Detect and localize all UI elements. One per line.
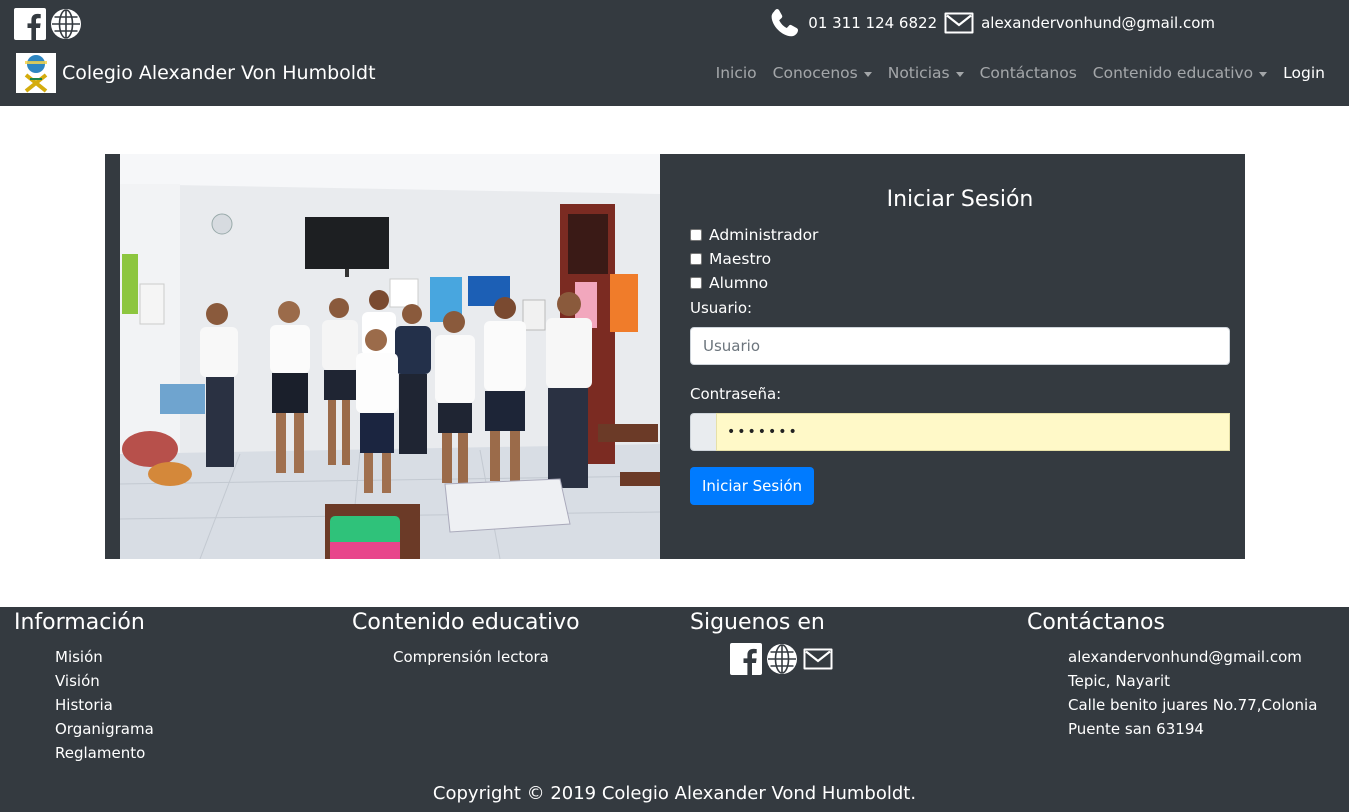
footer-social-title: Siguenos en xyxy=(690,610,825,635)
nav-login[interactable]: Login xyxy=(1283,64,1325,82)
footer-contact-address: Calle benito juares No.77,Colonia xyxy=(1068,696,1318,714)
footer-contact-email[interactable]: alexandervonhund@gmail.com xyxy=(1068,645,1317,669)
password-group: ••••••• xyxy=(690,413,1230,451)
nav-inicio[interactable]: Inicio xyxy=(716,64,757,82)
phone-icon xyxy=(768,6,802,40)
role-alumno-label: Alumno xyxy=(709,274,769,292)
facebook-icon[interactable] xyxy=(730,643,762,675)
footer-edu-list: Comprensión lectora xyxy=(352,645,580,669)
checkbox-maestro[interactable] xyxy=(690,253,702,265)
header-email[interactable]: alexandervonhund@gmail.com xyxy=(981,14,1215,32)
footer-contact-list: alexandervonhund@gmail.com Tepic, Nayari… xyxy=(1027,645,1317,741)
role-administrador-label: Administrador xyxy=(709,226,819,244)
password-value: ••••••• xyxy=(727,424,799,440)
footer-edu: Contenido educativo Comprensión lectora xyxy=(352,607,580,669)
footer-info-title: Información xyxy=(14,610,145,635)
checkbox-alumno[interactable] xyxy=(690,277,702,289)
nav-login-label: Login xyxy=(1283,64,1325,82)
user-placeholder: Usuario xyxy=(703,337,761,355)
mail-icon[interactable] xyxy=(802,643,834,675)
login-submit-button[interactable]: Iniciar Sesión xyxy=(690,467,815,505)
caret-down-icon xyxy=(955,71,964,77)
footer-contact: Contáctanos alexandervonhund@gmail.com T… xyxy=(1027,607,1317,741)
footer-contact-address-2: Puente san 63194 xyxy=(1068,720,1204,738)
caret-down-icon xyxy=(1259,71,1268,77)
password-label: Contraseña: xyxy=(690,385,782,403)
copyright: Copyright © 2019 Colegio Alexander Vond … xyxy=(432,783,917,804)
nav-contactanos[interactable]: Contáctanos xyxy=(980,64,1077,82)
footer-edu-title: Contenido educativo xyxy=(352,610,580,635)
nav-noticias[interactable]: Noticias xyxy=(888,64,964,82)
header-phone: 01 311 124 6822 xyxy=(808,14,938,32)
nav-conocenos-label: Conocenos xyxy=(772,64,858,82)
user-label: Usuario: xyxy=(690,299,753,317)
password-input[interactable]: ••••••• xyxy=(716,413,1230,451)
facebook-icon[interactable] xyxy=(14,8,46,40)
main-nav: Inicio Conocenos Noticias Contáctanos Co… xyxy=(716,64,1325,82)
footer: Información Misión Visión Historia Organ… xyxy=(0,607,1349,812)
mail-icon xyxy=(943,7,975,39)
footer-contact-city: Tepic, Nayarit xyxy=(1068,672,1171,690)
role-maestro-label: Maestro xyxy=(709,250,772,268)
globe-icon[interactable] xyxy=(50,8,82,40)
nav-contenido-label: Contenido educativo xyxy=(1092,64,1254,82)
nav-inicio-label: Inicio xyxy=(715,64,757,82)
caret-down-icon xyxy=(863,71,872,77)
footer-link-vision[interactable]: Visión xyxy=(55,669,154,693)
footer-social-links xyxy=(690,643,834,675)
globe-icon[interactable] xyxy=(766,643,798,675)
header-contact: 01 311 124 6822 alexandervonhund@gmail.c… xyxy=(768,6,1215,40)
header-social-links xyxy=(14,8,82,40)
footer-social: Siguenos en xyxy=(690,607,834,675)
nav-noticias-label: Noticias xyxy=(887,64,950,82)
role-maestro[interactable]: Maestro xyxy=(690,250,771,268)
footer-info-list: Misión Visión Historia Organigrama Regla… xyxy=(14,645,154,765)
password-addon xyxy=(690,413,716,451)
login-card: Iniciar Sesión Administrador Maestro Alu… xyxy=(105,154,1245,559)
footer-link-mision[interactable]: Misión xyxy=(55,645,154,669)
user-input[interactable]: Usuario xyxy=(690,327,1230,365)
nav-contenido-educativo[interactable]: Contenido educativo xyxy=(1092,64,1268,82)
footer-link-comprension[interactable]: Comprensión lectora xyxy=(393,645,580,669)
nav-conocenos[interactable]: Conocenos xyxy=(773,64,872,82)
login-form: Iniciar Sesión Administrador Maestro Alu… xyxy=(690,154,1230,559)
role-administrador[interactable]: Administrador xyxy=(690,226,818,244)
footer-link-reglamento[interactable]: Reglamento xyxy=(55,741,154,765)
login-title: Iniciar Sesión xyxy=(886,187,1034,212)
top-navbar: 01 311 124 6822 alexandervonhund@gmail.c… xyxy=(0,0,1349,106)
nav-contactanos-label: Contáctanos xyxy=(979,64,1077,82)
footer-link-organigrama[interactable]: Organigrama xyxy=(55,717,154,741)
role-alumno[interactable]: Alumno xyxy=(690,274,768,292)
footer-info: Información Misión Visión Historia Organ… xyxy=(14,607,154,765)
classroom-photo xyxy=(120,154,660,559)
footer-link-historia[interactable]: Historia xyxy=(55,693,154,717)
checkbox-administrador[interactable] xyxy=(690,229,702,241)
brand-name: Colegio Alexander Von Humboldt xyxy=(62,62,376,84)
school-logo xyxy=(16,53,56,93)
footer-contact-title: Contáctanos xyxy=(1027,610,1165,635)
brand[interactable]: Colegio Alexander Von Humboldt xyxy=(16,53,376,93)
